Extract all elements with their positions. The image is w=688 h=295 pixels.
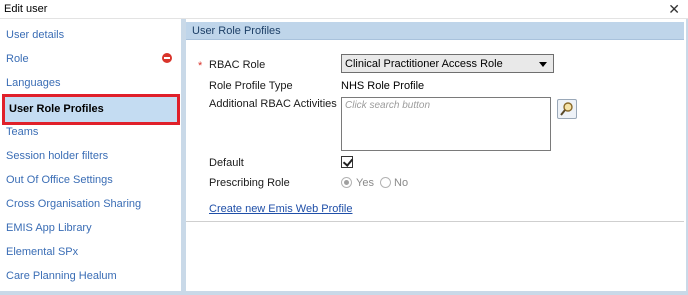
sidebar-item-cross-organisation-sharing[interactable]: Cross Organisation Sharing bbox=[0, 193, 181, 217]
panel-header: User Role Profiles bbox=[186, 22, 684, 40]
additional-rbac-field[interactable]: Click search button bbox=[341, 97, 551, 151]
sidebar-item-label: Languages bbox=[6, 77, 61, 89]
sidebar-item-label: Elemental SPx bbox=[6, 246, 79, 258]
sidebar-item-label: EMIS App Library bbox=[6, 222, 92, 234]
rbac-role-label: RBAC Role bbox=[209, 59, 266, 71]
search-button[interactable] bbox=[557, 99, 577, 119]
window-titlebar: Edit user ✕ bbox=[0, 0, 688, 19]
sidebar-item-care-planning-healum[interactable]: Care Planning Healum bbox=[0, 265, 181, 289]
sidebar-item-elemental-spx[interactable]: Elemental SPx bbox=[0, 241, 181, 265]
role-profile-type-value: NHS Role Profile bbox=[341, 80, 425, 92]
additional-rbac-label: Additional RBAC Activities bbox=[209, 98, 337, 110]
prescribing-no-label: No bbox=[394, 177, 409, 189]
prescribing-yes-radio[interactable] bbox=[341, 177, 352, 188]
required-marker: * bbox=[198, 60, 203, 72]
sidebar-item-user-details[interactable]: User details bbox=[0, 24, 181, 48]
create-emis-web-profile-link[interactable]: Create new Emis Web Profile bbox=[209, 203, 352, 215]
sidebar-item-languages[interactable]: Languages bbox=[0, 72, 181, 96]
sidebar-item-label: User details bbox=[6, 29, 65, 41]
sidebar-item-session-holder-filters[interactable]: Session holder filters bbox=[0, 145, 181, 169]
default-checkbox[interactable] bbox=[341, 156, 353, 168]
sidebar-item-emis-app-library[interactable]: EMIS App Library bbox=[0, 217, 181, 241]
rbac-role-value: Clinical Practitioner Access Role bbox=[345, 58, 503, 70]
magnifier-icon bbox=[560, 102, 573, 116]
panel-title: User Role Profiles bbox=[192, 25, 281, 37]
sidebar-item-label: Care Planning Healum bbox=[6, 270, 117, 282]
sidebar-item-label: User Role Profiles bbox=[9, 103, 104, 115]
default-label: Default bbox=[209, 157, 244, 169]
close-icon[interactable]: ✕ bbox=[668, 1, 680, 17]
prescribing-no-radio[interactable] bbox=[380, 177, 391, 188]
sidebar-item-label: Out Of Office Settings bbox=[6, 174, 113, 186]
chevron-down-icon bbox=[539, 62, 547, 67]
sidebar-item-role[interactable]: Role bbox=[0, 48, 181, 72]
rbac-role-select[interactable]: Clinical Practitioner Access Role bbox=[341, 54, 554, 73]
sidebar-item-label: Role bbox=[6, 53, 29, 65]
additional-rbac-placeholder: Click search button bbox=[345, 100, 431, 111]
prescribing-role-label: Prescribing Role bbox=[209, 177, 290, 189]
section-divider bbox=[186, 221, 684, 222]
window-title: Edit user bbox=[4, 3, 48, 15]
sidebar-item-out-of-office[interactable]: Out Of Office Settings bbox=[0, 169, 181, 193]
user-role-profiles-panel: User Role Profiles * RBAC Role Clinical … bbox=[186, 19, 688, 291]
sidebar-item-label: Cross Organisation Sharing bbox=[6, 198, 142, 210]
prescribing-yes-label: Yes bbox=[356, 177, 374, 189]
role-profile-type-label: Role Profile Type bbox=[209, 80, 293, 92]
error-icon bbox=[162, 53, 172, 63]
sidebar-item-label: Teams bbox=[6, 126, 39, 138]
sidebar-item-label: Session holder filters bbox=[6, 150, 109, 162]
sidebar: User details Role Languages User Role Pr… bbox=[0, 19, 181, 291]
sidebar-item-teams[interactable]: Teams bbox=[0, 121, 181, 145]
window-border bbox=[0, 291, 688, 295]
